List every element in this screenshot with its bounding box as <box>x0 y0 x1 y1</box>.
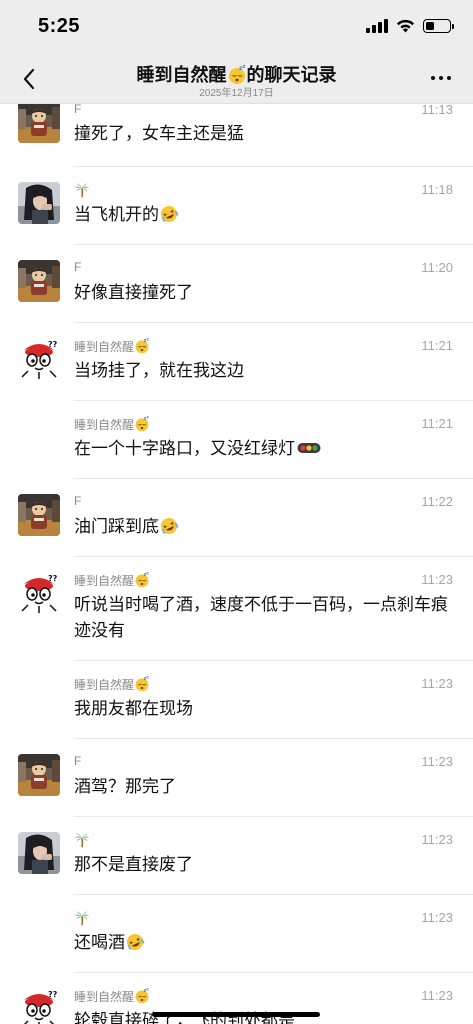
message-text: 油门踩到底 <box>74 514 454 540</box>
avatar-cartoon[interactable] <box>18 338 60 380</box>
status-icons <box>366 19 454 33</box>
message-time: 11:21 <box>421 338 453 353</box>
message-text: 当场挂了，就在我这边 <box>74 361 244 380</box>
title-suffix: 的聊天记录 <box>246 65 337 85</box>
divider <box>74 322 473 323</box>
message-text: 当飞机开的 <box>74 202 454 228</box>
sender-name: 睡到自然醒 <box>74 676 150 693</box>
more-dots-icon <box>431 76 435 80</box>
message-text: 在一个十字路口，又没红绿灯 <box>74 436 454 462</box>
avatar-cartoon[interactable] <box>18 572 60 614</box>
message-time: 11:22 <box>421 494 453 509</box>
avatar-girl[interactable] <box>18 832 60 874</box>
message-text: 我朋友都在现场 <box>74 699 193 718</box>
divider <box>74 894 473 895</box>
home-indicator[interactable] <box>152 1012 320 1017</box>
avatar-f[interactable] <box>18 260 60 302</box>
message-time: 11:18 <box>421 182 453 197</box>
status-time: 5:25 <box>38 15 81 37</box>
wifi-icon <box>397 19 414 33</box>
message-text: 好像直接撞死了 <box>74 283 193 302</box>
divider <box>74 660 473 661</box>
avatar-f[interactable] <box>18 494 60 536</box>
sender-name: F <box>74 104 82 116</box>
message-text: 那不是直接废了 <box>74 855 193 874</box>
message-text: 酒驾？那完了 <box>74 777 176 796</box>
divider <box>74 816 473 817</box>
message-time: 11:23 <box>421 988 453 1003</box>
message-time: 11:23 <box>421 676 453 691</box>
avatar-cartoon[interactable] <box>18 988 60 1024</box>
divider <box>74 244 473 245</box>
message-time: 11:23 <box>421 832 453 847</box>
sender-name: 睡到自然醒 <box>74 416 150 433</box>
message-text: 还喝酒 <box>74 930 454 956</box>
sender-name: F <box>74 754 82 768</box>
avatar-f[interactable] <box>18 754 60 796</box>
divider <box>74 400 473 401</box>
message-time: 11:13 <box>421 104 453 117</box>
sender-name: F <box>74 494 82 508</box>
divider <box>74 972 473 973</box>
traffic-light-emoji <box>297 442 321 454</box>
cellular-signal-icon <box>366 19 388 33</box>
sender-name: 睡到自然醒 <box>74 338 150 355</box>
sleeping-face-emoji <box>134 338 150 354</box>
message-time: 11:20 <box>421 260 453 275</box>
palm-tree-emoji <box>74 910 90 926</box>
chat-record-list[interactable]: F 11:13 撞死了，女车主还是猛 11:18 当飞机开的 F 11:20 好… <box>0 104 473 1024</box>
rolling-laughing-emoji <box>125 932 145 952</box>
message-time: 11:21 <box>421 416 453 431</box>
sleeping-face-emoji <box>134 572 150 588</box>
message-time: 11:23 <box>421 572 453 587</box>
avatar-girl[interactable] <box>18 182 60 224</box>
rolling-laughing-emoji <box>159 204 179 224</box>
sleeping-face-emoji <box>227 65 247 85</box>
divider <box>74 478 473 479</box>
palm-tree-emoji <box>74 832 90 848</box>
sender-name: F <box>74 260 82 274</box>
sender-name: 睡到自然醒 <box>74 572 150 589</box>
rolling-laughing-emoji <box>159 516 179 536</box>
sleeping-face-emoji <box>134 988 150 1004</box>
sleeping-face-emoji <box>134 416 150 432</box>
palm-tree-emoji <box>74 182 90 198</box>
page-subtitle-date: 2025年12月17日 <box>199 88 274 99</box>
status-bar: 5:25 <box>0 0 473 56</box>
message-time: 11:23 <box>421 910 453 925</box>
battery-icon <box>423 19 454 33</box>
sender-name: 睡到自然醒 <box>74 988 150 1005</box>
message-time: 11:23 <box>421 754 453 769</box>
chat-header: 睡到自然醒 的聊天记录 2025年12月17日 <box>0 56 473 104</box>
divider <box>74 556 473 557</box>
message-text: 听说当时喝了酒，速度不低于一百码，一点刹车痕迹没有 <box>74 595 448 640</box>
more-button[interactable] <box>427 66 455 90</box>
sleeping-face-emoji <box>134 676 150 692</box>
message-text: 撞死了，女车主还是猛 <box>74 124 244 143</box>
avatar-f[interactable] <box>18 104 60 143</box>
divider <box>74 166 473 167</box>
divider <box>74 738 473 739</box>
title-name: 睡到自然醒 <box>136 65 227 85</box>
